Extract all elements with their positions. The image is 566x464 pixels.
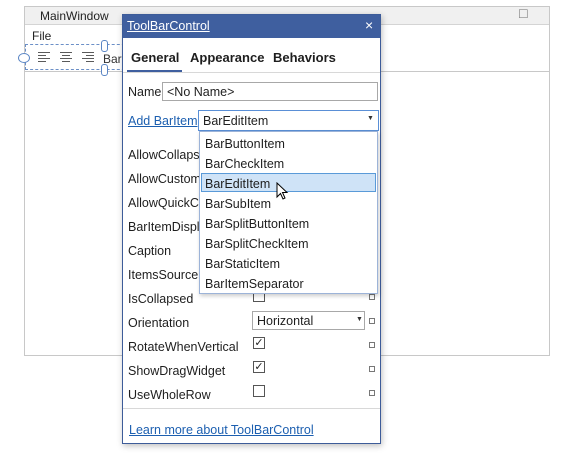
name-input[interactable] [162, 82, 378, 101]
usewholerow-checkbox[interactable] [253, 385, 265, 397]
align-center-icon[interactable] [60, 52, 72, 62]
showdragwidget-checkbox[interactable]: ✓ [253, 361, 265, 373]
prop-label-showdragwidget: ShowDragWidget [128, 364, 226, 378]
tab-general[interactable]: General [131, 50, 179, 65]
prop-label-orientation: Orientation [128, 316, 190, 330]
property-marker-icon[interactable] [369, 366, 375, 372]
prop-label: ItemsSource [128, 268, 199, 282]
prop-label: AllowCustom [128, 172, 201, 186]
dropdown-option-selected[interactable]: BarEditItem [205, 177, 270, 191]
dropdown-option[interactable]: BarSplitCheckItem [205, 237, 309, 251]
dropdown-option[interactable]: BarItemSeparator [205, 277, 304, 291]
prop-label: Caption [128, 244, 172, 258]
toolbar-bar-text: Bar [103, 52, 122, 66]
window-close-icon[interactable]: ☐ [518, 7, 529, 21]
resize-handle-top[interactable] [101, 40, 108, 52]
property-marker-icon[interactable] [369, 342, 375, 348]
dropdown-option[interactable]: BarButtonItem [205, 137, 285, 151]
dropdown-option[interactable]: BarStaticItem [205, 257, 280, 271]
panel-title-link[interactable]: ToolBarControl [127, 19, 210, 33]
eye-icon[interactable] [18, 53, 30, 63]
align-right-icon[interactable] [82, 52, 94, 62]
dropdown-option[interactable]: BarCheckItem [205, 157, 284, 171]
prop-label-usewholerow: UseWholeRow [128, 388, 211, 402]
menu-file[interactable]: File [32, 29, 51, 43]
dropdown-arrow-icon[interactable]: ▼ [356, 316, 363, 323]
property-marker-icon[interactable] [369, 318, 375, 324]
property-marker-icon[interactable] [369, 294, 375, 300]
dropdown-option[interactable]: BarSplitButtonItem [205, 217, 309, 231]
name-label: Name [128, 85, 162, 99]
rotatewhenvertical-checkbox[interactable]: ✓ [253, 337, 265, 349]
learn-more-link[interactable]: Learn more about ToolBarControl [129, 423, 314, 437]
orientation-value: Horizontal [257, 314, 314, 328]
mouse-cursor-icon [276, 182, 289, 200]
tabs-divider [123, 72, 380, 73]
tab-behaviors[interactable]: Behaviors [273, 50, 336, 65]
add-baritem-link[interactable]: Add BarItem [128, 114, 197, 128]
prop-label: AllowQuickCu [128, 196, 206, 210]
prop-label-rotatewhenvertical: RotateWhenVertical [128, 340, 239, 354]
window-title: MainWindow [40, 9, 109, 23]
footer-divider [123, 408, 380, 409]
close-icon[interactable]: × [365, 17, 373, 33]
prop-label: AllowCollapse [128, 148, 207, 162]
prop-label-iscollapsed: IsCollapsed [128, 292, 194, 306]
align-left-icon[interactable] [38, 52, 50, 62]
prop-label: BarItemDispla [128, 220, 207, 234]
tab-appearance[interactable]: Appearance [190, 50, 264, 65]
property-marker-icon[interactable] [369, 390, 375, 396]
dropdown-arrow-icon[interactable]: ▼ [367, 115, 374, 122]
baritem-select-value: BarEditItem [203, 114, 269, 128]
dropdown-option[interactable]: BarSubItem [205, 197, 271, 211]
